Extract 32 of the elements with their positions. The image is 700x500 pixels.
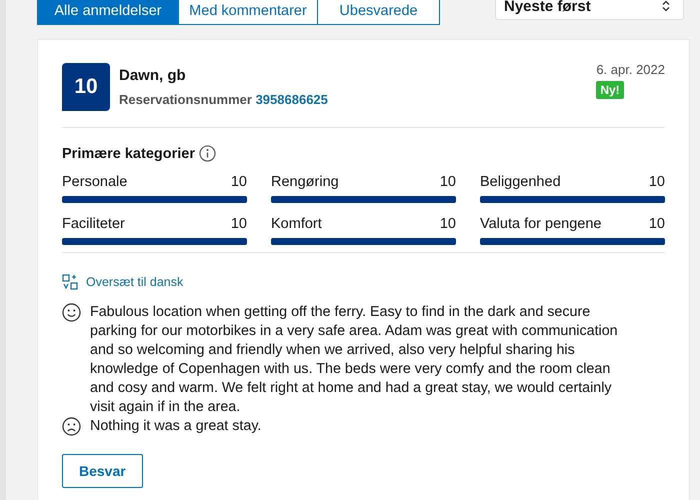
comment-text: Nothing it was a great stay. xyxy=(90,417,262,436)
smiley-icon xyxy=(62,303,81,322)
filter-tab[interactable]: Alle anmeldelser xyxy=(37,0,179,25)
filter-tab[interactable]: Med kommentarer xyxy=(179,0,318,25)
filter-tab[interactable]: Ubesvarede xyxy=(318,0,440,25)
guest-name: Dawn, gb xyxy=(119,67,187,84)
category-score: 10 xyxy=(648,174,665,190)
translate-icon xyxy=(62,274,78,290)
category-name: Personale xyxy=(62,174,128,190)
category-name: Komfort xyxy=(271,216,322,232)
review-date: 6. apr. 2022 xyxy=(596,62,665,77)
category-score: 10 xyxy=(648,216,665,232)
reservation-number-link[interactable]: 3958686625 xyxy=(256,92,328,107)
sort-arrows-icon xyxy=(661,0,671,12)
categories-title: Primære kategorier xyxy=(62,146,195,162)
info-icon[interactable] xyxy=(198,145,216,162)
category-score: 10 xyxy=(230,174,247,190)
comment-text: Fabulous location when getting off the ferry. Easy to find in the dark and secure parking for our motorbikes in a very safe area. Adam was great with communication and so welcoming and friendly when we arrived, also very helpful sharing his knowledge of Copenhagen with us. The beds were very comfy and the room clean and cosy and warm. We felt right at home and had a great stay, we would certainly visit again if in the area. xyxy=(90,303,619,417)
review-score: 10 xyxy=(62,63,110,111)
translate-link[interactable]: Oversæt til dansk xyxy=(62,274,184,290)
category-score: 10 xyxy=(230,216,247,232)
sort-select[interactable]: Nyeste først xyxy=(495,0,684,20)
reservation-label: Reservationsnummer xyxy=(119,92,252,107)
category-name: Faciliteter xyxy=(62,216,125,232)
category-score: 10 xyxy=(440,174,456,190)
category-score: 10 xyxy=(440,216,456,232)
category-name: Rengøring xyxy=(271,174,339,190)
new-badge: Ny! xyxy=(596,81,624,99)
category-name: Beliggenhed xyxy=(480,174,561,190)
sad-face-icon xyxy=(62,417,81,436)
reply-button[interactable]: Besvar xyxy=(62,454,143,488)
category-name: Valuta for pengene xyxy=(480,216,602,232)
